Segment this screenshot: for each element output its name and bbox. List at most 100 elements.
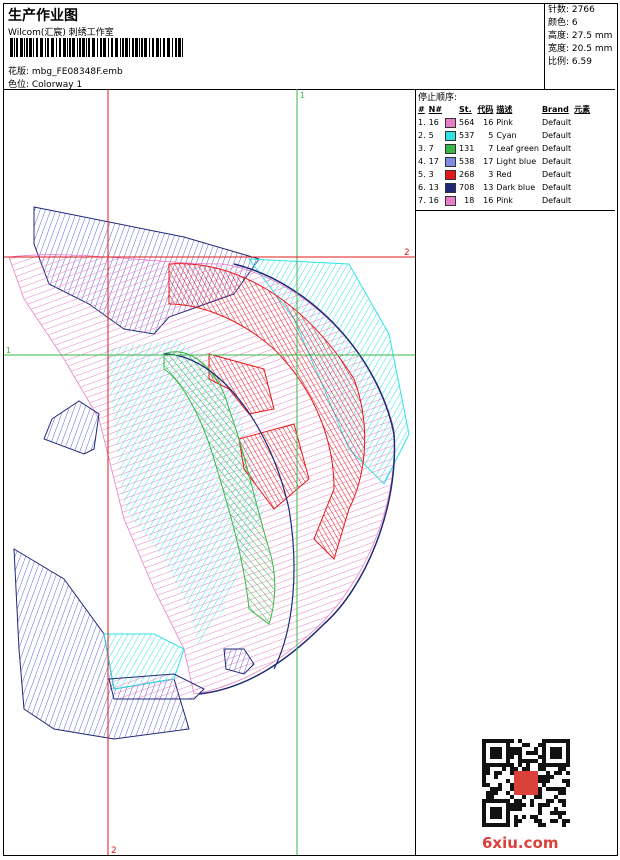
qr-module bbox=[498, 747, 502, 751]
barcode-bar bbox=[152, 38, 154, 57]
qr-module bbox=[486, 791, 490, 795]
stat-colors: 颜色: 6 bbox=[548, 18, 578, 28]
qr-module bbox=[482, 779, 486, 783]
barcode-bar bbox=[26, 38, 28, 57]
barcode-bar bbox=[108, 38, 109, 57]
qr-module bbox=[542, 747, 546, 751]
barcode-bar bbox=[163, 38, 165, 57]
color-row: 5. 3 268 3 Red Default bbox=[418, 168, 593, 181]
qr-module bbox=[514, 803, 518, 807]
row-brand: Default bbox=[541, 118, 572, 127]
qr-module bbox=[542, 779, 546, 783]
qr-module bbox=[558, 763, 562, 767]
qr-module bbox=[506, 807, 510, 811]
stop-sequence-panel: 停止顺序: # N# St. 代码 描述 Brand 元素 1. 16 564 16 P… bbox=[415, 89, 615, 211]
row-desc: Pink bbox=[496, 196, 513, 205]
col-desc: 描述 bbox=[496, 105, 513, 114]
qr-module bbox=[506, 823, 510, 827]
row-stitches: 131 bbox=[459, 144, 475, 153]
qr-module bbox=[494, 811, 498, 815]
qr-module bbox=[482, 799, 486, 803]
qr-module bbox=[518, 819, 522, 823]
qr-module bbox=[562, 739, 566, 743]
qr-module bbox=[510, 783, 514, 787]
barcode bbox=[10, 38, 183, 57]
barcode-bar bbox=[24, 38, 25, 57]
header: 生产作业图 Wilcom(汇宸) 刺绣工作室 花版: mbg_FE08348F.… bbox=[4, 4, 615, 90]
guide-label-h1: 1 bbox=[6, 346, 11, 355]
row-swatch bbox=[445, 181, 459, 194]
qr-module bbox=[554, 807, 558, 811]
barcode-bar bbox=[182, 38, 183, 57]
qr-module bbox=[482, 751, 486, 755]
row-stitches: 18 bbox=[464, 196, 475, 205]
qr-module bbox=[482, 807, 486, 811]
qr-module bbox=[526, 751, 530, 755]
qr-module bbox=[510, 787, 514, 791]
qr-module bbox=[538, 743, 542, 747]
col-stitches: St. bbox=[459, 105, 472, 114]
qr-module bbox=[494, 755, 498, 759]
qr-module bbox=[546, 799, 550, 803]
row-needle: 7 bbox=[428, 144, 434, 153]
qr-module bbox=[490, 807, 494, 811]
row-element bbox=[574, 129, 593, 142]
qr-module bbox=[522, 815, 526, 819]
color-table: # N# St. 代码 描述 Brand 元素 1. 16 564 16 Pink Def… bbox=[418, 103, 593, 207]
row-index: 4. bbox=[418, 157, 426, 166]
qr-module bbox=[546, 779, 550, 783]
barcode-bar bbox=[14, 38, 15, 57]
row-stitches: 538 bbox=[459, 157, 475, 166]
barcode-bar bbox=[103, 38, 106, 57]
page-title: 生产作业图 bbox=[8, 8, 78, 24]
qr-module bbox=[510, 807, 514, 811]
barcode-bar bbox=[51, 38, 54, 57]
qr-module bbox=[490, 815, 494, 819]
qr-module bbox=[550, 751, 554, 755]
barcode-bar bbox=[156, 38, 159, 57]
stats-box: 针数: 2766 颜色: 6 高度: 27.5 mm 宽度: 20.5 mm 比… bbox=[544, 4, 615, 89]
qr-module bbox=[486, 783, 490, 787]
qr-module bbox=[510, 747, 514, 751]
qr-module bbox=[502, 823, 506, 827]
design-file: 花版: mbg_FE08348F.emb bbox=[8, 67, 123, 77]
qr-module bbox=[502, 799, 506, 803]
qr-module bbox=[482, 763, 486, 767]
qr-module bbox=[550, 763, 554, 767]
qr-module bbox=[494, 747, 498, 751]
qr-module bbox=[518, 807, 522, 811]
qr-module bbox=[538, 819, 542, 823]
stat-width: 宽度: 20.5 mm bbox=[548, 44, 613, 54]
row-element bbox=[574, 194, 593, 207]
barcode-bar bbox=[120, 38, 121, 57]
qr-module bbox=[566, 819, 570, 823]
qr-module bbox=[534, 759, 538, 763]
qr-module bbox=[566, 739, 570, 743]
qr-module bbox=[494, 739, 498, 743]
qr-module bbox=[490, 823, 494, 827]
qr-module bbox=[542, 751, 546, 755]
qr-module bbox=[534, 815, 538, 819]
barcode-bar bbox=[69, 38, 71, 57]
qr-module bbox=[558, 747, 562, 751]
barcode-bar bbox=[115, 38, 118, 57]
qr-module bbox=[490, 755, 494, 759]
row-needle: 17 bbox=[428, 157, 439, 166]
row-brand: Default bbox=[541, 196, 572, 205]
qr-module bbox=[542, 767, 546, 771]
qr-module bbox=[562, 799, 566, 803]
qr-module bbox=[490, 791, 494, 795]
color-swatch bbox=[445, 117, 457, 128]
qr-module bbox=[526, 767, 530, 771]
row-stitches: 564 bbox=[459, 118, 475, 127]
qr-module bbox=[498, 751, 502, 755]
qr-module bbox=[518, 803, 522, 807]
qr-module bbox=[482, 747, 486, 751]
qr-module bbox=[534, 747, 538, 751]
qr-module bbox=[482, 819, 486, 823]
embroidery-preview: 1 2 1 2 bbox=[4, 89, 415, 855]
design-canvas[interactable]: 1 2 1 2 bbox=[4, 89, 416, 855]
color-swatch bbox=[445, 156, 457, 167]
barcode-bar bbox=[132, 38, 134, 57]
barcode-bar bbox=[59, 38, 61, 57]
